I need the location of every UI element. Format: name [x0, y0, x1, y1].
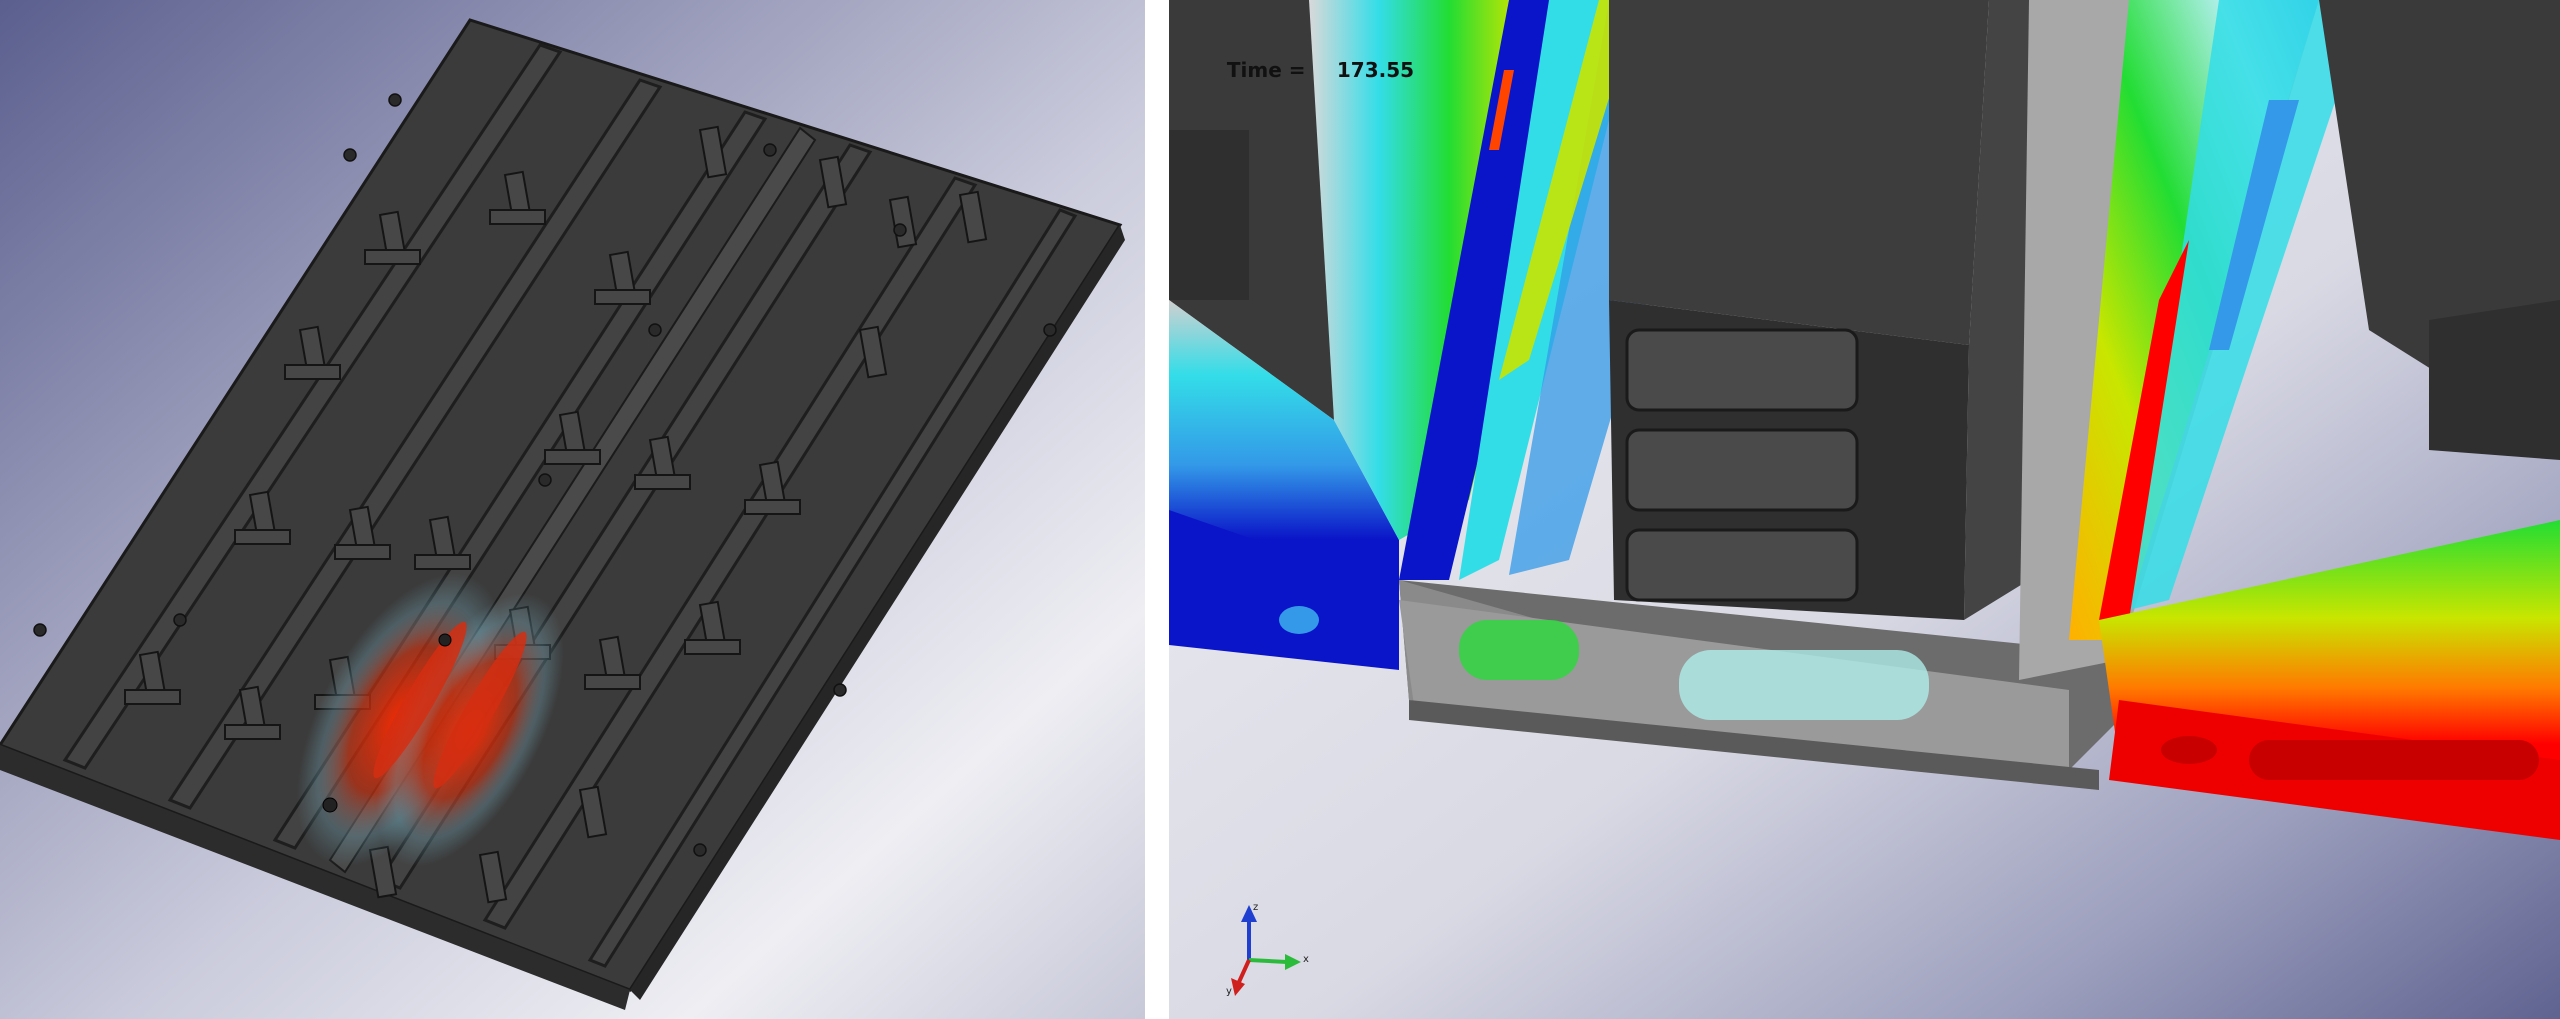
- zoomed-contour-view[interactable]: Time = 173.55 z x y: [1169, 0, 2560, 1019]
- triad-z-label: z: [1253, 902, 1259, 913]
- viewport-divider[interactable]: [1145, 0, 1169, 1019]
- model-canvas-left[interactable]: [0, 0, 1145, 1019]
- model-canvas-right[interactable]: [1169, 0, 2560, 1019]
- time-value: 173.55: [1336, 58, 1415, 82]
- triad-x-label: x: [1303, 954, 1309, 965]
- triad-y-label: y: [1226, 986, 1232, 997]
- time-label: Time =: [1226, 58, 1306, 82]
- overview-model-view[interactable]: [0, 0, 1145, 1019]
- time-readout: Time = 173.55: [1199, 34, 1414, 106]
